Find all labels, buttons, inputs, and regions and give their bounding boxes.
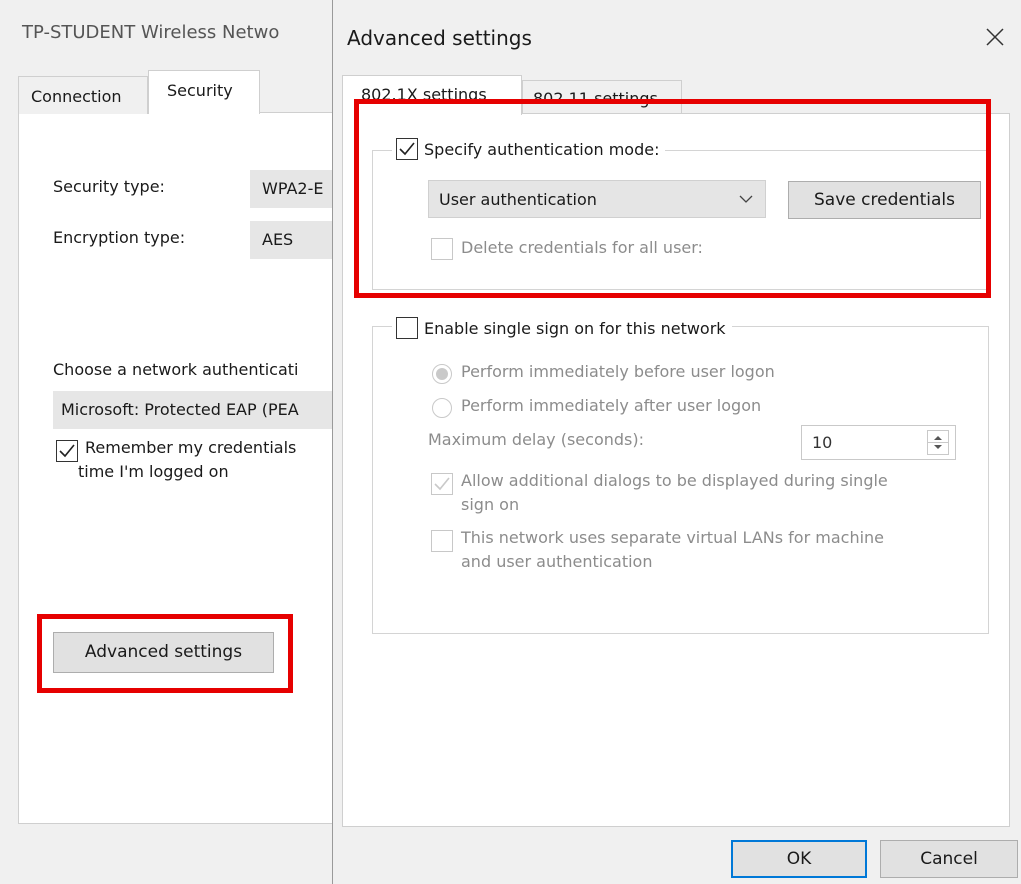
radio-before-logon[interactable] [432,364,452,384]
max-delay-value: 10 [812,433,833,452]
close-icon[interactable] [980,22,1010,52]
encryption-type-select[interactable]: AES [250,221,340,259]
spinner-arrows-icon[interactable] [927,430,949,455]
allow-dialogs-checkbox[interactable] [431,473,453,495]
auth-method-label: Choose a network authenticati [53,360,299,379]
max-delay-spinner[interactable]: 10 [801,425,956,460]
auth-method-select[interactable]: Microsoft: Protected EAP (PEA [53,391,340,429]
radio-after-logon[interactable] [432,398,452,418]
security-type-label: Security type: [53,177,165,196]
security-type-select[interactable]: WPA2-E [250,170,340,208]
ok-button[interactable]: OK [731,840,867,878]
cancel-button[interactable]: Cancel [880,840,1018,878]
dialog-title: Advanced settings [347,26,532,50]
remember-credentials-label: Remember my credentials [85,438,297,457]
highlight-auth-mode [354,99,991,298]
encryption-type-label: Encryption type: [53,228,186,247]
radio-after-logon-label: Perform immediately after user logon [461,396,762,415]
vlan-label: This network uses separate virtual LANs … [461,528,885,547]
vlan-label-line2: and user authentication [461,552,653,571]
tab-connection[interactable]: Connection [18,76,148,114]
checkmark-icon [59,444,75,458]
remember-credentials-label-line2: time I'm logged on [78,462,229,481]
tab-security[interactable]: Security [148,70,260,114]
allow-dialogs-label-line2: sign on [461,495,520,514]
highlight-advanced-settings [37,614,293,693]
checkmark-icon [434,477,450,491]
background-window-title: TP-STUDENT Wireless Netwo [22,22,280,43]
max-delay-label: Maximum delay (seconds): [428,430,644,449]
sso-label: Enable single sign on for this network [424,318,726,338]
vlan-checkbox[interactable] [431,530,453,552]
sso-checkbox[interactable] [396,317,418,339]
sso-legend: Enable single sign on for this network [392,315,732,341]
allow-dialogs-label: Allow additional dialogs to be displayed… [461,471,888,490]
remember-credentials-checkbox[interactable] [56,440,78,462]
radio-before-logon-label: Perform immediately before user logon [461,362,775,381]
